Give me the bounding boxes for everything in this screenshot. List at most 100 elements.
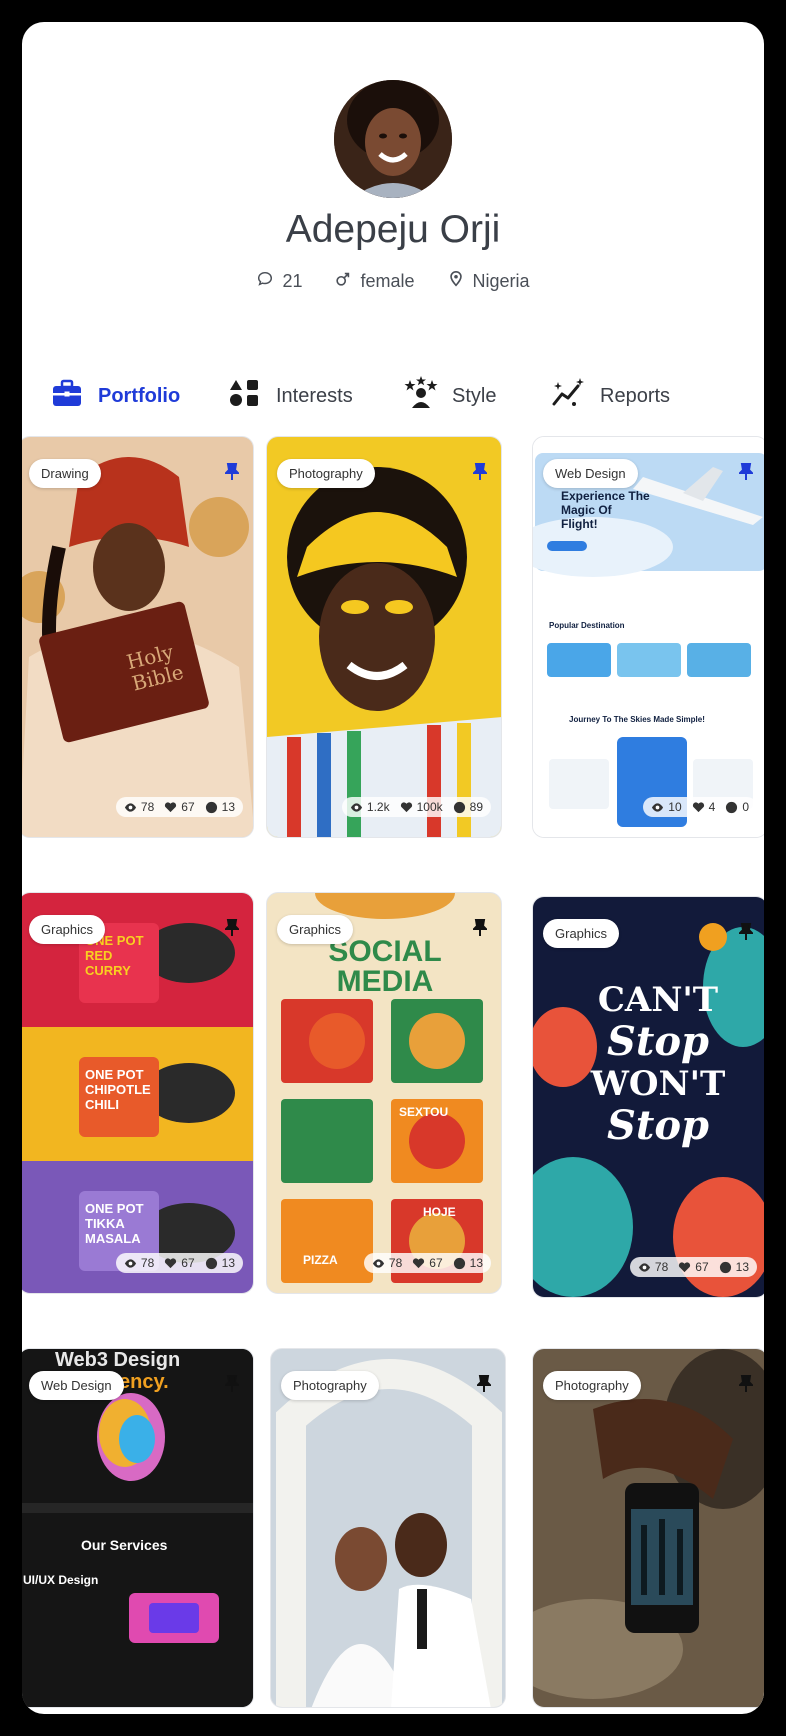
profile-name: Adepeju Orji (285, 208, 501, 251)
profile-screen: Adepeju Orji 21 female Nigeria Portfolio… (22, 22, 764, 1714)
art-our-services: Our Services (81, 1537, 168, 1553)
pin-icon[interactable] (477, 1375, 491, 1393)
portfolio-card-graphics-lettering[interactable]: CAN'T Stop WON'T Stop Graphics 78 67 13 (532, 896, 764, 1298)
portfolio-card-photography-phone[interactable]: Photography (532, 1348, 764, 1708)
card-tag: Photography (281, 1371, 379, 1400)
web-design-artwork: Experience The Magic Of Flight! Popular … (533, 437, 764, 837)
comments-count: 21 (256, 270, 302, 293)
comments-count: 13 (221, 800, 235, 814)
art-pizza: PIZZA (303, 1253, 338, 1267)
portfolio-card-drawing[interactable]: Holy Bible Drawing 78 67 13 (22, 436, 254, 838)
avatar[interactable] (334, 80, 452, 198)
portfolio-card-graphics-curry[interactable]: ONE POT RED CURRY ONE POT CHIPOTLE CHILI… (22, 892, 254, 1294)
comment-icon (256, 270, 274, 293)
shapes-icon (228, 376, 262, 416)
comment-bubble-icon (453, 801, 465, 813)
portfolio-card-photography-wedding[interactable]: Photography (270, 1348, 506, 1708)
portfolio-card-graphics-pizza[interactable]: SOCIAL MEDIA PIZZA SEXTOU HOJE Graphics … (266, 892, 502, 1294)
tab-reports-label: Reports (600, 384, 671, 407)
tab-portfolio[interactable]: Portfolio (50, 376, 180, 416)
heart-icon (165, 801, 177, 812)
heart-icon (679, 1261, 691, 1272)
comments-count: 13 (735, 1260, 749, 1274)
views-count: 78 (140, 1256, 155, 1270)
card-stats: 78 67 13 (115, 1253, 243, 1273)
pin-icon[interactable] (225, 1375, 239, 1393)
portfolio-card-web-design-dark[interactable]: Web3 Design ency. Our Services UI/UX Des… (22, 1348, 254, 1708)
device-frame: Adepeju Orji 21 female Nigeria Portfolio… (0, 0, 786, 1736)
portfolio-card-photography[interactable]: Photography 1.2k 100k 89 (266, 436, 502, 838)
card-tag: Drawing (29, 459, 101, 488)
photography-artwork (267, 437, 501, 837)
pin-icon[interactable] (739, 463, 753, 481)
portfolio-card-web-design[interactable]: Experience The Magic Of Flight! Popular … (532, 436, 764, 838)
heart-icon (165, 1257, 177, 1268)
pin-icon[interactable] (739, 923, 753, 941)
wedding-photo (271, 1349, 505, 1707)
card-tag: Photography (277, 459, 375, 488)
tab-style-label: Style (452, 384, 497, 407)
comments-count: 13 (469, 1256, 483, 1270)
pin-icon[interactable] (473, 919, 487, 937)
art-agency: ency. (119, 1371, 169, 1393)
comments-count: 89 (469, 800, 483, 814)
gender-icon (334, 270, 352, 293)
views-count: 78 (140, 800, 155, 814)
pin-icon[interactable] (225, 919, 239, 937)
tab-interests[interactable]: Interests (228, 376, 353, 416)
art-web3-title: Web3 Design (55, 1349, 181, 1371)
views-count: 78 (654, 1260, 669, 1274)
eye-icon (652, 802, 664, 812)
eye-icon (350, 802, 362, 812)
likes-count: 67 (429, 1256, 443, 1270)
art-hoje: HOJE (423, 1205, 456, 1219)
graphics-pizza-artwork: SOCIAL MEDIA PIZZA SEXTOU HOJE (267, 893, 501, 1293)
art-headline: Experience The Magic Of Flight! (561, 489, 650, 531)
graphics-curry-artwork: ONE POT RED CURRY ONE POT CHIPOTLE CHILI… (22, 893, 253, 1293)
card-stats: 78 67 13 (629, 1257, 757, 1277)
pin-icon[interactable] (473, 463, 487, 481)
portfolio-grid: Holy Bible Drawing 78 67 13 Photography … (22, 436, 764, 1714)
comment-bubble-icon (205, 801, 217, 813)
card-stats: 10 4 0 (643, 797, 757, 817)
comment-bubble-icon (453, 1257, 465, 1269)
tab-interests-label: Interests (276, 384, 353, 407)
comments-count: 0 (742, 800, 749, 814)
tab-reports[interactable]: Reports (552, 376, 670, 416)
eye-icon (372, 1258, 384, 1268)
art-stop-1: Stop (606, 1018, 709, 1065)
art-section-title: Popular Destination (549, 621, 625, 630)
briefcase-icon (50, 376, 84, 416)
card-stats: 1.2k 100k 89 (341, 797, 491, 817)
location-value: Nigeria (472, 271, 530, 291)
views-count: 1.2k (366, 800, 390, 814)
likes-count: 4 (708, 800, 716, 814)
phone-photo (533, 1349, 764, 1707)
graphics-lettering-artwork: CAN'T Stop WON'T Stop (533, 897, 764, 1297)
drawing-artwork: Holy Bible (22, 437, 253, 837)
art-social-media: SOCIAL MEDIA (328, 935, 442, 998)
views-count: 10 (668, 800, 682, 814)
profile-tabs: Portfolio Interests Style Reports (22, 372, 764, 420)
location-pin-icon (447, 270, 465, 293)
views-count: 78 (388, 1256, 403, 1270)
comments-count-value: 21 (282, 271, 303, 291)
card-tag: Photography (543, 1371, 641, 1400)
heart-icon (413, 1257, 425, 1268)
card-tag: Graphics (543, 919, 620, 948)
card-tag: Graphics (277, 915, 354, 944)
gender-value: female (360, 271, 415, 291)
eye-icon (638, 1262, 650, 1272)
likes-count: 67 (695, 1260, 709, 1274)
tab-style[interactable]: Style (404, 376, 496, 416)
web-design-dark-artwork: Web3 Design ency. Our Services UI/UX Des… (22, 1349, 253, 1707)
pin-icon[interactable] (739, 1375, 753, 1393)
eye-icon (124, 802, 136, 812)
art-journey-title: Journey To The Skies Made Simple! (569, 715, 705, 724)
card-tag: Graphics (29, 915, 106, 944)
likes-count: 67 (181, 1256, 195, 1270)
comments-count: 13 (221, 1256, 235, 1270)
chart-sparkle-icon (552, 376, 586, 416)
pin-icon[interactable] (225, 463, 239, 481)
art-stop-2: Stop (606, 1102, 709, 1149)
